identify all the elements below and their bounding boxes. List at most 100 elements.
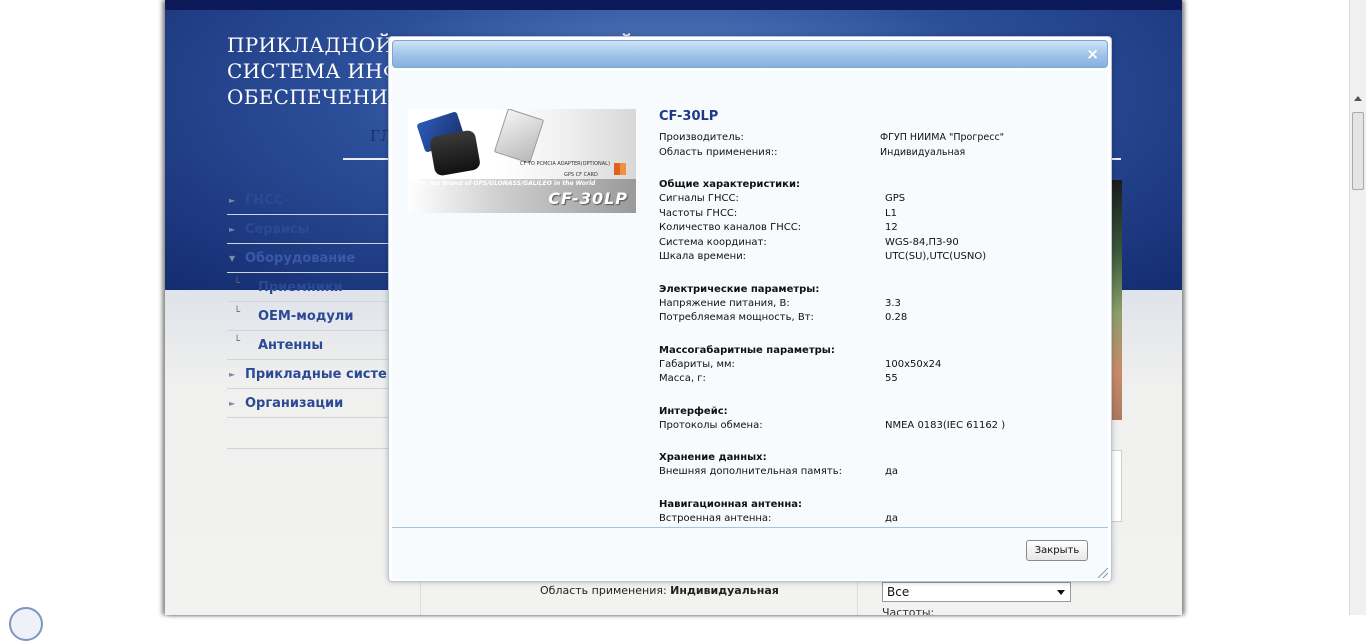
spec-key: Габариты, мм: [659, 358, 735, 370]
scroll-up-arrow-icon[interactable] [1354, 96, 1362, 101]
top-bar [165, 0, 1182, 10]
sidebar-item-applied-systems[interactable]: ► Прикладные системы [227, 360, 409, 389]
spec-section-title: Массогабаритные параметры: [659, 344, 835, 356]
spec-key: Протоколы обмена: [659, 419, 763, 431]
spec-row: Напряжение питания, В: 3.3 [659, 297, 1099, 312]
sidebar-item-oem-modules[interactable]: └ OEM-модули [227, 302, 397, 331]
brand-logo-icon [614, 163, 626, 175]
spec-key: Сигналы ГНСС: [659, 193, 739, 204]
receiver-shape [428, 129, 482, 177]
spec-value: 3.3 [885, 297, 901, 309]
usage-field: Область применения: Индивидуальная [540, 584, 779, 597]
spec-value: ФГУП НИИМА "Прогресс" [880, 132, 1005, 143]
spec-value: да [885, 512, 899, 524]
spec-row: Масса, г: 55 [659, 372, 1099, 387]
sidebar-item-label: Организации [245, 396, 344, 411]
spec-key: Внешняя дополнительная память: [659, 466, 843, 477]
sidebar-item-gnss[interactable]: ► ГНСС [227, 186, 397, 215]
spec-key: Система координат: [659, 236, 767, 248]
sidebar-item-antennas[interactable]: └ Антенны [227, 331, 397, 360]
spec-section-title: Навигационная антенна: [659, 498, 802, 510]
spec-value: UTC(SU),UTC(USNO) [885, 251, 987, 262]
spec-value: 12 [885, 222, 898, 233]
sidebar-item-services[interactable]: ► Сервисы [227, 215, 397, 244]
filter-select-value: Все [887, 585, 910, 599]
sidebar-menu: ► ГНСС ► Сервисы ▼ Оборудование └ Приемники … [227, 186, 409, 418]
spec-key: Количество каналов ГНСС: [659, 222, 802, 233]
image-caption: CF TO PCMCIA ADAPTER(OPTIONAL) [520, 161, 610, 167]
usage-field-label: Область применения: [540, 584, 667, 597]
tree-branch-icon: └ [234, 307, 241, 318]
sidebar-item-label: Приемники [258, 280, 343, 295]
sidebar-item-label: Оборудование [245, 251, 356, 266]
product-dialog: × CF TO PCMCIA ADAPTER(OPTIONAL) GPS CF … [388, 36, 1112, 582]
arrow-right-icon: ► [229, 196, 236, 205]
dialog-footer: Закрыть [392, 527, 1108, 579]
spec-key: Напряжение питания, В: [659, 297, 790, 309]
column-divider [857, 580, 858, 615]
resize-grip-icon[interactable] [1098, 568, 1108, 578]
spec-row: Шкала времени: UTC(SU),UTC(USNO) [659, 250, 1099, 265]
spec-value: NMEA 0183(IEC 61162 ) [885, 419, 1006, 431]
sidebar-divider [227, 448, 397, 449]
spec-value: 100x50x24 [885, 358, 942, 370]
dialog-body: CF TO PCMCIA ADAPTER(OPTIONAL) GPS CF CA… [392, 71, 1108, 527]
product-spec: CF-30LP Производитель: ФГУП НИИМА "Прогр… [659, 109, 1099, 526]
spec-row: Производитель: ФГУП НИИМА "Прогресс" [659, 131, 1099, 146]
spec-row: Область применения:: Индивидуальная [659, 146, 1099, 161]
spec-row: Частоты ГНСС: L1 [659, 207, 1099, 222]
spec-row: Габариты, мм: 100x50x24 [659, 358, 1099, 373]
tree-branch-icon: └ [234, 336, 241, 347]
usage-field-value: Индивидуальная [670, 584, 779, 597]
product-image: CF TO PCMCIA ADAPTER(OPTIONAL) GPS CF CA… [408, 109, 636, 213]
arrow-right-icon: ► [229, 370, 236, 379]
spec-value: Индивидуальная [880, 146, 966, 158]
spec-row: Количество каналов ГНСС: 12 [659, 221, 1099, 236]
column-divider [420, 580, 421, 615]
spec-row: Внешняя дополнительная память: да [659, 465, 1099, 480]
spec-section-title: Общие характеристики: [659, 179, 800, 190]
spec-key: Область применения:: [659, 146, 778, 158]
spec-row: Система координат: WGS-84,ПЗ-90 [659, 236, 1099, 251]
sidebar-item-label: Прикладные системы [245, 367, 410, 382]
spec-section-title: Интерфейс: [659, 405, 728, 417]
sidebar-item-label: OEM-модули [258, 309, 354, 324]
spec-key: Встроенная антенна: [659, 512, 772, 524]
spec-value: 55 [885, 373, 898, 384]
spec-value: 0.28 [885, 312, 908, 323]
spec-key: Потребляемая мощность, Вт: [659, 312, 814, 323]
spec-section-title: Электрические параметры: [659, 283, 820, 295]
scrollbar-thumb[interactable] [1352, 112, 1364, 190]
sidebar-item-label: ГНСС [245, 193, 284, 208]
filter-select[interactable]: Все [882, 582, 1071, 602]
spec-key: Шкала времени: [659, 251, 747, 262]
spec-row: Потребляемая мощность, Вт: 0.28 [659, 311, 1099, 326]
spec-value: WGS-84,ПЗ-90 [885, 236, 959, 248]
chevron-down-icon [1057, 590, 1065, 595]
close-button[interactable]: Закрыть [1026, 540, 1088, 561]
product-title: CF-30LP [659, 109, 719, 124]
image-caption: GPS CF CARD [564, 172, 598, 178]
spec-value: да [885, 466, 899, 477]
page-scrollbar[interactable] [1349, 0, 1366, 615]
close-icon[interactable]: × [1086, 44, 1099, 64]
spec-key: Масса, г: [659, 373, 706, 384]
dialog-titlebar[interactable]: × [392, 40, 1108, 68]
spec-value: GPS [885, 193, 906, 204]
circle-icon [9, 607, 43, 641]
spec-value: L1 [885, 207, 897, 219]
sidebar-item-equipment[interactable]: ▼ Оборудование [227, 244, 397, 273]
frequencies-label: Частоты: [882, 606, 935, 615]
sidebar-item-label: Сервисы [245, 222, 310, 237]
spec-row: Встроенная антенна: да [659, 512, 1099, 527]
spec-key: Производитель: [659, 132, 744, 143]
tree-branch-icon: └ [234, 278, 241, 289]
arrow-right-icon: ► [229, 399, 236, 408]
spec-row: Протоколы обмена: NMEA 0183(IEC 61162 ) [659, 419, 1099, 434]
spec-key: Частоты ГНСС: [659, 207, 738, 219]
image-brand: CF-30LP [548, 189, 628, 208]
sidebar-item-receivers[interactable]: └ Приемники [227, 273, 397, 302]
sidebar-item-label: Антенны [258, 338, 324, 353]
arrow-right-icon: ► [229, 225, 236, 234]
sidebar-item-organizations[interactable]: ► Организации [227, 389, 397, 418]
